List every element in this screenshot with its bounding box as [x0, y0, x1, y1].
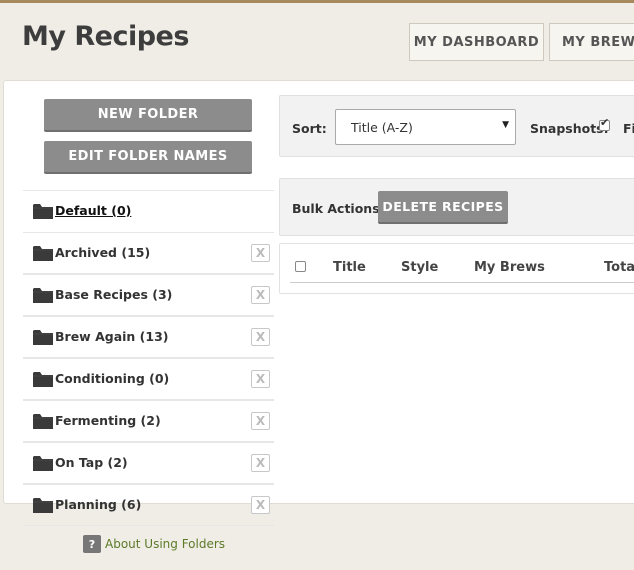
delete-folder-button[interactable]: X: [251, 454, 270, 472]
checkmark-icon: ✔: [600, 117, 610, 129]
folder-icon: [33, 329, 53, 345]
delete-folder-button[interactable]: X: [251, 370, 270, 388]
sort-label: Sort:: [292, 121, 327, 136]
folder-item[interactable]: Default (0): [23, 190, 274, 232]
column-header-my-brews[interactable]: My Brews: [474, 260, 545, 275]
delete-folder-button[interactable]: X: [251, 286, 270, 304]
sort-select[interactable]: Title (A-Z) ▼: [335, 109, 516, 145]
bulk-actions-toolbar: Bulk Actions: DELETE RECIPES: [279, 178, 634, 236]
folder-icon: [33, 287, 53, 303]
folder-item[interactable]: Planning (6) X: [23, 484, 274, 526]
about-folders-row: ? About Using Folders: [83, 535, 225, 553]
snapshots-checkbox[interactable]: ✔: [599, 117, 610, 131]
folder-item[interactable]: Conditioning (0) X: [23, 358, 274, 400]
bulk-actions-label: Bulk Actions:: [292, 201, 385, 216]
folder-icon: [33, 497, 53, 513]
table-header-divider: [290, 282, 634, 283]
recipes-table: Title Style My Brews Tota: [279, 243, 634, 294]
folder-label[interactable]: On Tap (2): [55, 455, 128, 470]
page-title: My Recipes: [22, 21, 189, 52]
snapshots-label: Snapshots:: [530, 121, 609, 136]
my-brew-sessions-button[interactable]: MY BREW S: [549, 23, 634, 61]
delete-folder-button[interactable]: X: [251, 412, 270, 430]
folder-item[interactable]: Archived (15) X: [23, 232, 274, 274]
help-icon[interactable]: ?: [83, 535, 101, 553]
folder-icon: [33, 245, 53, 261]
sort-selected-value: Title (A-Z): [351, 119, 413, 135]
folder-label[interactable]: Default (0): [55, 203, 131, 218]
folder-label[interactable]: Fermenting (2): [55, 413, 161, 428]
dropdown-arrow-icon: ▼: [502, 120, 509, 130]
about-using-folders-link[interactable]: About Using Folders: [105, 537, 225, 551]
folder-icon: [33, 455, 53, 471]
page-header: My Recipes MY DASHBOARD MY BREW S: [0, 3, 634, 80]
folder-label[interactable]: Archived (15): [55, 245, 150, 260]
delete-folder-button[interactable]: X: [251, 496, 270, 514]
filter-label-truncated: Fi: [623, 121, 634, 136]
new-folder-button[interactable]: NEW FOLDER: [44, 99, 252, 132]
sort-toolbar: Sort: Title (A-Z) ▼ Snapshots: ✔ Fi: [279, 95, 634, 157]
folder-list-divider: [23, 525, 274, 526]
delete-folder-button[interactable]: X: [251, 244, 270, 262]
column-header-title[interactable]: Title: [333, 260, 366, 275]
folder-item[interactable]: Base Recipes (3) X: [23, 274, 274, 316]
edit-folder-names-button[interactable]: EDIT FOLDER NAMES: [44, 141, 252, 174]
folder-icon: [33, 371, 53, 387]
folder-icon: [33, 203, 53, 219]
folder-item[interactable]: On Tap (2) X: [23, 442, 274, 484]
column-header-style[interactable]: Style: [401, 260, 438, 275]
folder-item[interactable]: Brew Again (13) X: [23, 316, 274, 358]
folder-label[interactable]: Conditioning (0): [55, 371, 169, 386]
select-all-checkbox[interactable]: [295, 261, 306, 272]
folder-label[interactable]: Planning (6): [55, 497, 141, 512]
delete-folder-button[interactable]: X: [251, 328, 270, 346]
folder-label[interactable]: Brew Again (13): [55, 329, 168, 344]
column-header-total[interactable]: Tota: [604, 260, 634, 275]
folder-label[interactable]: Base Recipes (3): [55, 287, 172, 302]
my-dashboard-button[interactable]: MY DASHBOARD: [409, 23, 544, 61]
delete-recipes-button[interactable]: DELETE RECIPES: [378, 191, 508, 224]
folder-icon: [33, 413, 53, 429]
folder-item[interactable]: Fermenting (2) X: [23, 400, 274, 442]
